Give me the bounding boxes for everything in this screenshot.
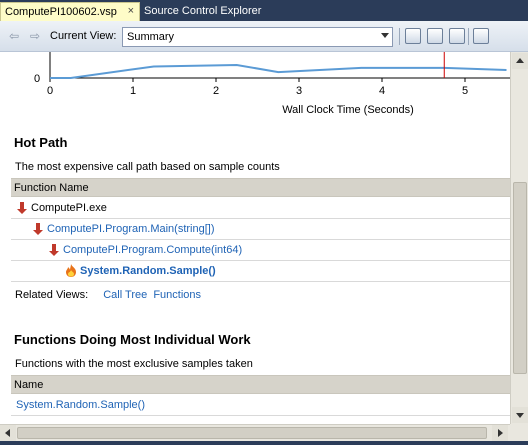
hot-path-row[interactable]: ComputePI.Program.Compute(int64) <box>11 240 510 261</box>
x-axis-title: Wall Clock Time (Seconds) <box>282 104 414 116</box>
chevron-right-icon <box>498 429 503 437</box>
close-icon[interactable]: × <box>128 5 134 17</box>
vertical-scroll-thumb[interactable] <box>513 182 527 374</box>
document-tab-strip: ComputePI100602.vsp × Source Control Exp… <box>0 0 528 21</box>
x-tick-label: 3 <box>296 85 302 97</box>
call-tree-link[interactable]: Call Tree <box>103 289 147 301</box>
toolbar-separator <box>399 28 400 45</box>
scroll-left-button[interactable] <box>0 425 16 441</box>
hot-path-row[interactable]: System.Random.Sample() <box>11 261 510 282</box>
forward-arrow-icon[interactable]: ⇨ <box>30 29 40 43</box>
current-view-dropdown[interactable]: Summary <box>122 27 393 47</box>
function-link[interactable]: System.Random.Sample() <box>16 399 145 411</box>
save-icon[interactable] <box>473 28 489 44</box>
hot-arrow-icon <box>49 244 59 256</box>
current-view-label: Current View: <box>50 30 117 42</box>
scroll-up-button[interactable] <box>512 53 528 69</box>
series-line <box>50 63 507 79</box>
compare-icon[interactable] <box>449 28 465 44</box>
function-name-column-header[interactable]: Function Name <box>11 178 510 197</box>
summary-report: 0 0 1 2 3 4 5 Wall Clock Time (Seconds) Hot P… <box>0 52 510 424</box>
related-views-label: Related Views: <box>15 289 89 301</box>
hot-arrow-icon <box>33 223 43 235</box>
individual-work-description: Functions with the most exclusive sample… <box>15 358 253 370</box>
function-link[interactable]: ComputePI.Program.Main(string[]) <box>47 223 215 235</box>
name-column-header[interactable]: Name <box>11 375 510 394</box>
cpu-usage-chart: 0 0 1 2 3 4 5 Wall Clock Time (Seconds) <box>34 52 510 116</box>
filter-icon[interactable] <box>405 28 421 44</box>
x-tick-label: 4 <box>379 85 385 97</box>
x-tick-label: 0 <box>47 85 53 97</box>
hot-arrow-icon <box>17 202 27 214</box>
x-tick-label: 1 <box>130 85 136 97</box>
function-name: ComputePI.exe <box>31 202 107 214</box>
tab-label: Source Control Explorer <box>144 5 262 17</box>
function-link[interactable]: ComputePI.Program.Compute(int64) <box>63 244 242 256</box>
horizontal-scrollbar[interactable] <box>0 424 510 441</box>
chevron-up-icon <box>516 58 524 63</box>
scrollbar-corner <box>510 424 528 441</box>
x-tick-label: 2 <box>213 85 219 97</box>
chevron-left-icon <box>5 429 10 437</box>
horizontal-scroll-thumb[interactable] <box>17 427 487 439</box>
export-icon[interactable] <box>427 28 443 44</box>
individual-work-title: Functions Doing Most Individual Work <box>14 332 251 347</box>
x-axis-ticks: 0 1 2 3 4 5 <box>47 78 468 97</box>
tab-source-control-explorer[interactable]: Source Control Explorer <box>140 2 270 21</box>
window-bottom-edge <box>0 441 528 445</box>
x-tick-label: 5 <box>462 85 468 97</box>
chevron-down-icon <box>516 413 524 418</box>
report-toolbar: ⇦ ⇨ Current View: Summary <box>0 21 528 52</box>
hot-path-row[interactable]: ComputePI.exe <box>11 198 510 219</box>
related-views: Related Views: Call Tree Functions <box>15 289 201 301</box>
function-link[interactable]: System.Random.Sample() <box>80 265 216 277</box>
scroll-down-button[interactable] <box>512 407 528 423</box>
hot-path-row[interactable]: ComputePI.Program.Main(string[]) <box>11 219 510 240</box>
chevron-down-icon[interactable] <box>381 33 389 38</box>
toolbar-separator <box>468 28 469 45</box>
current-view-value: Summary <box>127 31 175 43</box>
vertical-scrollbar[interactable] <box>510 52 528 424</box>
flame-icon <box>66 264 76 277</box>
tab-computepi-vsp[interactable]: ComputePI100602.vsp × <box>0 2 140 21</box>
scroll-right-button[interactable] <box>492 425 508 441</box>
tab-label: ComputePI100602.vsp <box>5 6 117 18</box>
back-arrow-icon[interactable]: ⇦ <box>9 29 19 43</box>
hot-path-description: The most expensive call path based on sa… <box>15 161 280 173</box>
y-tick-label: 0 <box>34 73 40 85</box>
hot-path-title: Hot Path <box>14 135 68 150</box>
functions-link[interactable]: Functions <box>153 289 201 301</box>
individual-work-row[interactable]: System.Random.Sample() <box>11 395 510 416</box>
